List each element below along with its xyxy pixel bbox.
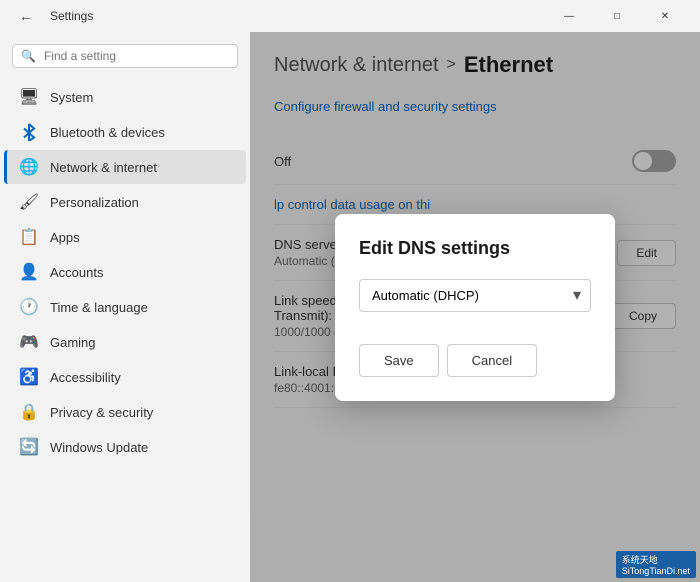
- windows-update-icon: 🔄: [20, 438, 38, 456]
- titlebar: ← Settings — □ ✕: [0, 0, 700, 32]
- sidebar-item-system[interactable]: 🖥 System: [4, 80, 246, 114]
- app-title: Settings: [50, 9, 93, 23]
- time-icon: 🕐: [20, 298, 38, 316]
- gaming-icon: 🎮: [20, 333, 38, 351]
- sidebar-label-network: Network & internet: [50, 160, 157, 175]
- privacy-icon: 🔒: [20, 403, 38, 421]
- close-button[interactable]: ✕: [642, 0, 688, 32]
- sidebar: 🔍 🖥 System Bluetooth & devices 🌐 Network…: [0, 32, 250, 582]
- sidebar-label-system: System: [50, 90, 93, 105]
- dialog-overlay: Edit DNS settings Automatic (DHCP)Manual…: [250, 32, 700, 582]
- sidebar-item-network[interactable]: 🌐 Network & internet: [4, 150, 246, 184]
- dialog-title: Edit DNS settings: [359, 238, 591, 259]
- back-button[interactable]: ←: [12, 0, 40, 32]
- bluetooth-icon: [20, 123, 38, 141]
- main-content: Network & internet > Ethernet Configure …: [250, 32, 700, 582]
- sidebar-item-accessibility[interactable]: ♿ Accessibility: [4, 360, 246, 394]
- personalization-icon: 🖌: [20, 193, 38, 211]
- search-icon: 🔍: [21, 49, 36, 63]
- sidebar-label-accounts: Accounts: [50, 265, 103, 280]
- minimize-button[interactable]: —: [546, 0, 592, 32]
- sidebar-label-bluetooth: Bluetooth & devices: [50, 125, 165, 140]
- dns-dropdown[interactable]: Automatic (DHCP)Manual: [359, 279, 591, 312]
- search-input[interactable]: [44, 49, 229, 63]
- dialog-actions: Save Cancel: [359, 344, 591, 377]
- sidebar-item-personalization[interactable]: 🖌 Personalization: [4, 185, 246, 219]
- maximize-button[interactable]: □: [594, 0, 640, 32]
- edit-dns-dialog: Edit DNS settings Automatic (DHCP)Manual…: [335, 214, 615, 401]
- accounts-icon: 👤: [20, 263, 38, 281]
- sidebar-label-gaming: Gaming: [50, 335, 96, 350]
- titlebar-controls: — □ ✕: [546, 0, 688, 32]
- sidebar-label-windows-update: Windows Update: [50, 440, 148, 455]
- app-container: 🔍 🖥 System Bluetooth & devices 🌐 Network…: [0, 32, 700, 582]
- apps-icon: 📋: [20, 228, 38, 246]
- sidebar-item-windows-update[interactable]: 🔄 Windows Update: [4, 430, 246, 464]
- save-button[interactable]: Save: [359, 344, 439, 377]
- accessibility-icon: ♿: [20, 368, 38, 386]
- sidebar-label-apps: Apps: [50, 230, 80, 245]
- network-icon: 🌐: [20, 158, 38, 176]
- sidebar-label-accessibility: Accessibility: [50, 370, 121, 385]
- sidebar-item-bluetooth[interactable]: Bluetooth & devices: [4, 115, 246, 149]
- sidebar-item-gaming[interactable]: 🎮 Gaming: [4, 325, 246, 359]
- sidebar-label-personalization: Personalization: [50, 195, 139, 210]
- dropdown-container: Automatic (DHCP)Manual ▾: [359, 279, 591, 312]
- search-box[interactable]: 🔍: [12, 44, 238, 68]
- cancel-button[interactable]: Cancel: [447, 344, 537, 377]
- sidebar-item-time[interactable]: 🕐 Time & language: [4, 290, 246, 324]
- watermark: 系统天地 SiTongTianDi.net: [616, 551, 696, 578]
- titlebar-left: ← Settings: [12, 0, 93, 32]
- sidebar-label-time: Time & language: [50, 300, 148, 315]
- system-icon: 🖥: [20, 88, 38, 106]
- sidebar-item-apps[interactable]: 📋 Apps: [4, 220, 246, 254]
- sidebar-item-accounts[interactable]: 👤 Accounts: [4, 255, 246, 289]
- sidebar-label-privacy: Privacy & security: [50, 405, 153, 420]
- sidebar-item-privacy[interactable]: 🔒 Privacy & security: [4, 395, 246, 429]
